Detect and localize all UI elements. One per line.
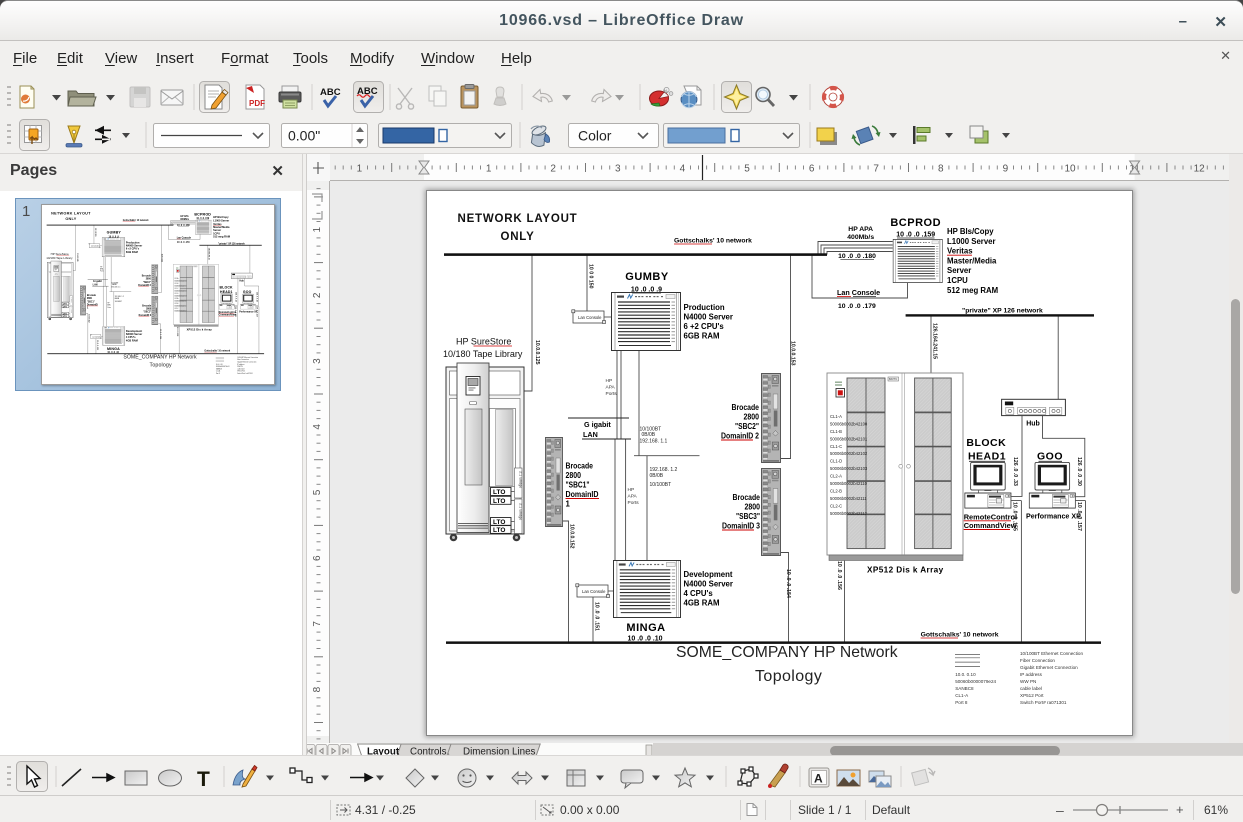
svg-text:ABC: ABC — [320, 87, 341, 98]
svg-text:PDF: PDF — [249, 99, 265, 108]
svg-text:Color: Color — [578, 128, 612, 144]
svg-text:3: 3 — [615, 164, 621, 175]
svg-text:2: 2 — [312, 292, 323, 298]
svg-text:1: 1 — [312, 226, 323, 232]
svg-text:A: A — [814, 772, 823, 786]
svg-text:2: 2 — [550, 164, 556, 175]
svg-text:7: 7 — [312, 621, 323, 627]
svg-text:%: % — [664, 89, 668, 94]
svg-text:7: 7 — [873, 164, 879, 175]
svg-text:5: 5 — [744, 164, 750, 175]
svg-text:9: 9 — [1003, 164, 1009, 175]
svg-text:3: 3 — [312, 358, 323, 364]
svg-text:8: 8 — [312, 686, 323, 692]
svg-text:1: 1 — [357, 164, 363, 175]
svg-text:12: 12 — [1194, 164, 1206, 175]
svg-text:1: 1 — [486, 164, 492, 175]
svg-text:4: 4 — [312, 424, 323, 430]
svg-text:T: T — [197, 768, 210, 791]
svg-text:6: 6 — [312, 555, 323, 561]
svg-text:10: 10 — [1064, 164, 1076, 175]
svg-text:6: 6 — [809, 164, 815, 175]
svg-text:4: 4 — [680, 164, 686, 175]
svg-text:5: 5 — [312, 489, 323, 495]
svg-text:8: 8 — [938, 164, 944, 175]
svg-text:0.00": 0.00" — [288, 128, 320, 144]
